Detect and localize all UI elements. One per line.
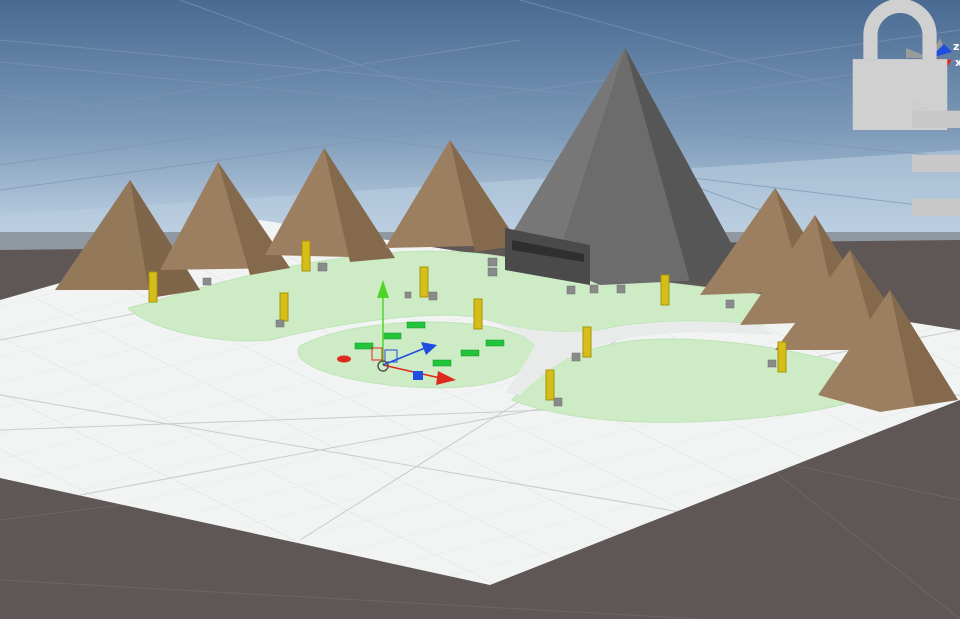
menu-lines-icon: [912, 110, 960, 216]
projection-toggle[interactable]: Iso: [912, 99, 960, 216]
orientation-gizmo[interactable]: y z x Iso: [840, 0, 960, 216]
scene-view[interactable]: y z x Iso: [0, 0, 960, 619]
scene-render[interactable]: [0, 0, 960, 619]
